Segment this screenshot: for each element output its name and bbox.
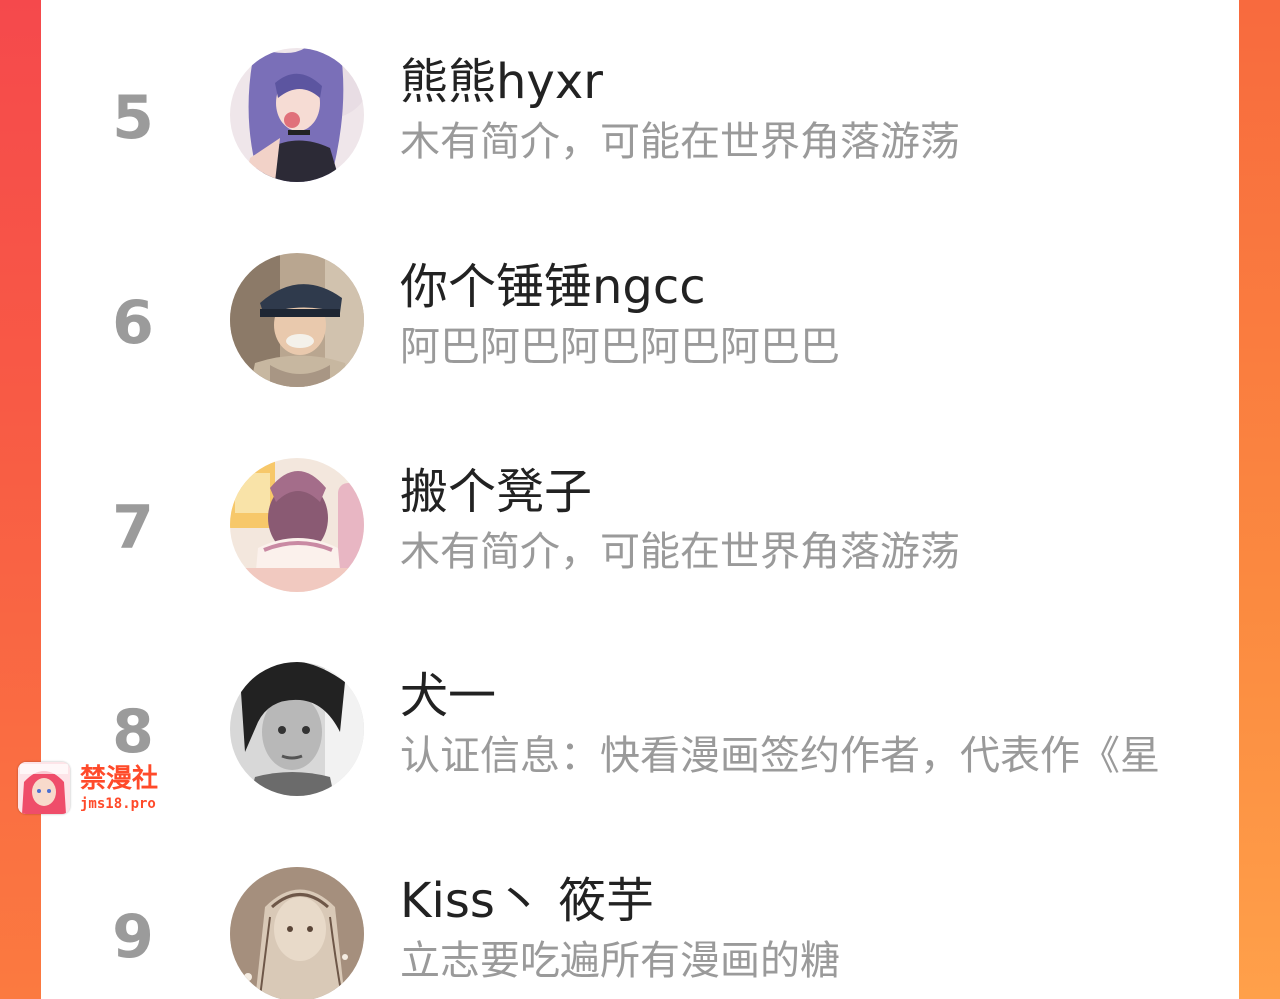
list-item[interactable]: 6 你个锤锤ngcc 阿巴阿巴阿巴阿巴阿巴巴 xyxy=(41,253,1239,403)
watermark-url: jms18.pro xyxy=(80,796,156,812)
rank-number: 5 xyxy=(112,83,154,153)
user-description: 立志要吃遍所有漫画的糖 xyxy=(400,938,840,984)
app-logo-icon xyxy=(18,762,70,814)
user-description: 认证信息：快看漫画签约作者，代表作《星 xyxy=(400,733,1160,779)
rank-number: 6 xyxy=(112,288,154,358)
watermark-logo: 禁漫社 jms18.pro xyxy=(18,762,168,816)
user-name[interactable]: 犬一 xyxy=(400,664,496,728)
watermark-title: 禁漫社 xyxy=(80,764,159,794)
avatar[interactable] xyxy=(230,662,364,796)
list-item[interactable]: 9 Kiss丶 筱芋 立志要吃遍所有漫画的糖 xyxy=(41,867,1239,999)
user-description: 木有简介，可能在世界角落游荡 xyxy=(400,529,960,575)
user-description: 阿巴阿巴阿巴阿巴阿巴巴 xyxy=(400,324,840,370)
avatar[interactable] xyxy=(230,253,364,387)
user-name[interactable]: 熊熊hyxr xyxy=(400,50,603,114)
user-description: 木有简介，可能在世界角落游荡 xyxy=(400,119,960,165)
rank-number: 9 xyxy=(112,902,154,972)
avatar[interactable] xyxy=(230,458,364,592)
list-item[interactable]: 7 搬个凳子 木有简介，可能在世界角落游荡 xyxy=(41,458,1239,608)
background-stripe xyxy=(1239,0,1280,999)
user-name[interactable]: 你个锤锤ngcc xyxy=(400,255,706,319)
user-name[interactable]: 搬个凳子 xyxy=(400,460,592,524)
list-item[interactable]: 8 犬一 认证信息：快看漫画签约作者，代表作《星 xyxy=(41,662,1239,812)
user-name[interactable]: Kiss丶 筱芋 xyxy=(400,869,654,933)
rank-number: 7 xyxy=(112,493,154,563)
ranking-list: 5 熊熊hyxr 木有简介，可能在世界角落游荡 6 你个锤锤ngcc 阿巴阿巴阿… xyxy=(41,0,1239,999)
avatar[interactable] xyxy=(230,867,364,999)
avatar[interactable] xyxy=(230,48,364,182)
rank-number: 8 xyxy=(112,697,154,767)
app-screen: 5 熊熊hyxr 木有简介，可能在世界角落游荡 6 你个锤锤ngcc 阿巴阿巴阿… xyxy=(0,0,1280,999)
list-item[interactable]: 5 熊熊hyxr 木有简介，可能在世界角落游荡 xyxy=(41,48,1239,198)
